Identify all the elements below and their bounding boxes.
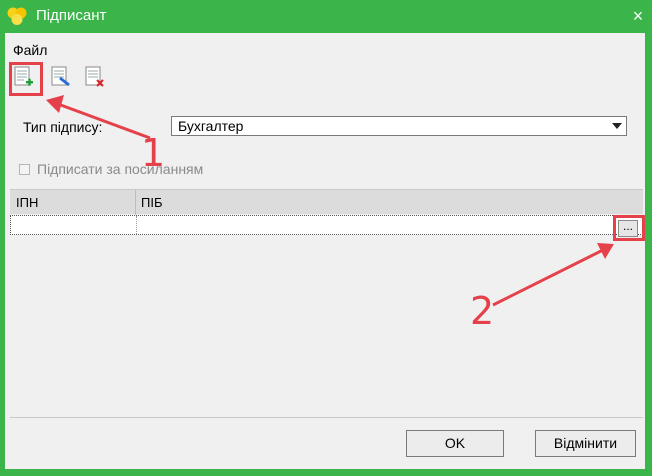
signatory-dialog: Підписант × Файл Тип підпису: Бухгалтер … (0, 0, 652, 476)
annotation-arrows (46, 95, 614, 307)
arrow-to-add-button (46, 95, 151, 140)
annotation-marker-1: 1 (141, 131, 166, 175)
annotation-marker-2: 2 (470, 289, 495, 333)
arrow-to-ellipsis-button (492, 243, 614, 307)
